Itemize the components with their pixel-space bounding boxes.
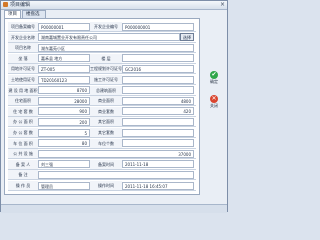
field-label: 车位个数 xyxy=(90,138,122,148)
field-label: 其它面积 xyxy=(90,117,122,127)
tab-project[interactable]: 项目 xyxy=(4,10,21,18)
field-label: 项目名称 xyxy=(8,43,38,53)
field-label: 操作时间 xyxy=(90,181,122,190)
field-label: 项目备案编号 xyxy=(8,22,38,31)
field-label: 坐 落 xyxy=(8,53,38,63)
form-row: 项目名称 湖东嘉苑小区 xyxy=(8,43,196,54)
field-label: 开发企业名称 xyxy=(8,32,38,42)
field-input[interactable] xyxy=(122,86,194,95)
field-label: 工程规划许可证号 xyxy=(90,64,122,74)
form-row: 项目备案编号 P00000001 开发企业编号 P000000001 xyxy=(8,22,196,32)
close-label: 关闭 xyxy=(210,103,218,108)
close-button[interactable]: ✕ 关闭 xyxy=(205,95,223,113)
field-input[interactable]: 28000 xyxy=(38,96,90,105)
select-company-button[interactable]: 选择 xyxy=(180,33,194,42)
form-row: 土地使用证号 TD20160123 施工许可证号 xyxy=(8,75,196,85)
edit-window: 项目编辑 × 项目 楼盘选择 项目备案编号P00000001开发企业编号P000… xyxy=(0,0,228,213)
form-row: 住 宅 套 数 900 商业套数 420 xyxy=(8,106,196,117)
form-row: 车 位 面 积 80 车位个数 xyxy=(8,138,196,149)
form-row: 操 作 员管理员 操作时间 2011-11-18 16:45:07 xyxy=(8,181,196,191)
field-input[interactable]: P000000001 xyxy=(122,22,194,31)
field-input[interactable]: 管理员 xyxy=(38,181,90,190)
field-label: 办 公 面 积 xyxy=(8,117,38,127)
field-input[interactable]: 4800 xyxy=(122,96,194,105)
field-label: 办 公 套 数 xyxy=(8,128,38,137)
app-icon xyxy=(3,2,8,7)
field-input[interactable]: 80 xyxy=(38,139,90,148)
field-label: 总建筑面积 xyxy=(90,85,122,95)
form-row: 用地许可证号 ZT-005 工程规划许可证号 GC2016 xyxy=(8,64,196,75)
field-input[interactable] xyxy=(122,117,194,126)
field-label: 住 宅 套 数 xyxy=(8,106,38,116)
field-input[interactable]: 湖南嘉城置业开发有限责任公司 xyxy=(38,33,180,42)
field-input[interactable]: 2011-11-18 16:45:07 xyxy=(122,181,194,190)
field-input[interactable]: TD20160123 xyxy=(38,75,90,84)
title-bar: 项目编辑 × xyxy=(1,1,227,10)
field-input[interactable]: 刘三强 xyxy=(38,160,90,169)
status-bar xyxy=(1,204,227,213)
field-input[interactable]: P00000001 xyxy=(38,22,90,31)
form-row: 办 公 套 数 5 其它套数 xyxy=(8,128,196,138)
window-title: 项目编辑 xyxy=(10,2,31,8)
field-label: 其它套数 xyxy=(90,128,122,137)
field-label: 备 注 xyxy=(8,170,38,180)
field-label: 备 案 人 xyxy=(8,159,38,169)
field-label: 车 位 面 积 xyxy=(8,138,38,148)
field-input[interactable]: 420 xyxy=(122,107,194,116)
field-label: 楼 层 xyxy=(90,53,122,63)
form-row: 备 注 xyxy=(8,170,196,181)
form-row: 建 设 用 地 面积 8700 总建筑面积 xyxy=(8,85,196,96)
field-input[interactable] xyxy=(38,170,194,179)
field-label: 商业面积 xyxy=(90,96,122,106)
field-input[interactable] xyxy=(122,54,194,63)
form-row: 备 案 人刘三强 备案时间 2011-11-18 xyxy=(8,159,196,170)
field-input[interactable] xyxy=(122,139,194,148)
field-label: 商业套数 xyxy=(90,106,122,116)
form-row: 住宅面积 28000 商业面积 4800 xyxy=(8,96,196,107)
form-row: 开发企业名称 湖南嘉城置业开发有限责任公司 选择 xyxy=(8,32,196,43)
field-input[interactable]: 5 xyxy=(38,128,90,137)
field-input[interactable]: GC2016 xyxy=(122,64,194,73)
field-input[interactable]: 2011-11-18 xyxy=(122,160,194,169)
close-icon: ✕ xyxy=(210,95,218,103)
check-icon: ✔ xyxy=(210,71,218,79)
form-row: 办 公 面 积 200 其它面积 xyxy=(8,117,196,128)
field-input[interactable] xyxy=(122,75,194,84)
field-label: 住宅面积 xyxy=(8,96,38,106)
field-input[interactable]: ZT-005 xyxy=(38,64,90,73)
field-input[interactable] xyxy=(122,128,194,137)
field-label: 建 设 用 地 面积 xyxy=(8,85,38,95)
tab-building-select[interactable]: 楼盘选择 xyxy=(22,10,46,25)
field-input[interactable]: 900 xyxy=(38,107,90,116)
close-icon[interactable]: × xyxy=(220,1,225,9)
field-label: 施工许可证号 xyxy=(90,75,122,84)
field-input[interactable]: 200 xyxy=(38,117,90,126)
field-label: 公 共 设 施 xyxy=(8,149,38,159)
field-input[interactable]: 8700 xyxy=(38,86,90,95)
field-label: 土地使用证号 xyxy=(8,75,38,84)
form-row: 坐 落嘉禾县 地方楼 层 xyxy=(8,53,196,64)
form-panel: 项目备案编号 P00000001 开发企业编号 P000000001 开发企业名称 湖南嘉… xyxy=(4,18,200,195)
field-label: 用地许可证号 xyxy=(8,64,38,74)
field-label: 操 作 员 xyxy=(8,181,38,190)
form-row: 公 共 设 施 37000 xyxy=(8,149,196,160)
field-label: 开发企业编号 xyxy=(90,22,122,31)
field-input[interactable]: 37000 xyxy=(38,149,194,158)
confirm-button[interactable]: ✔ 确定 xyxy=(205,71,223,89)
confirm-label: 确定 xyxy=(210,79,218,84)
field-input[interactable]: 嘉禾县 地方 xyxy=(38,54,90,63)
field-label: 备案时间 xyxy=(90,159,122,169)
field-input[interactable]: 湖东嘉苑小区 xyxy=(38,43,194,52)
